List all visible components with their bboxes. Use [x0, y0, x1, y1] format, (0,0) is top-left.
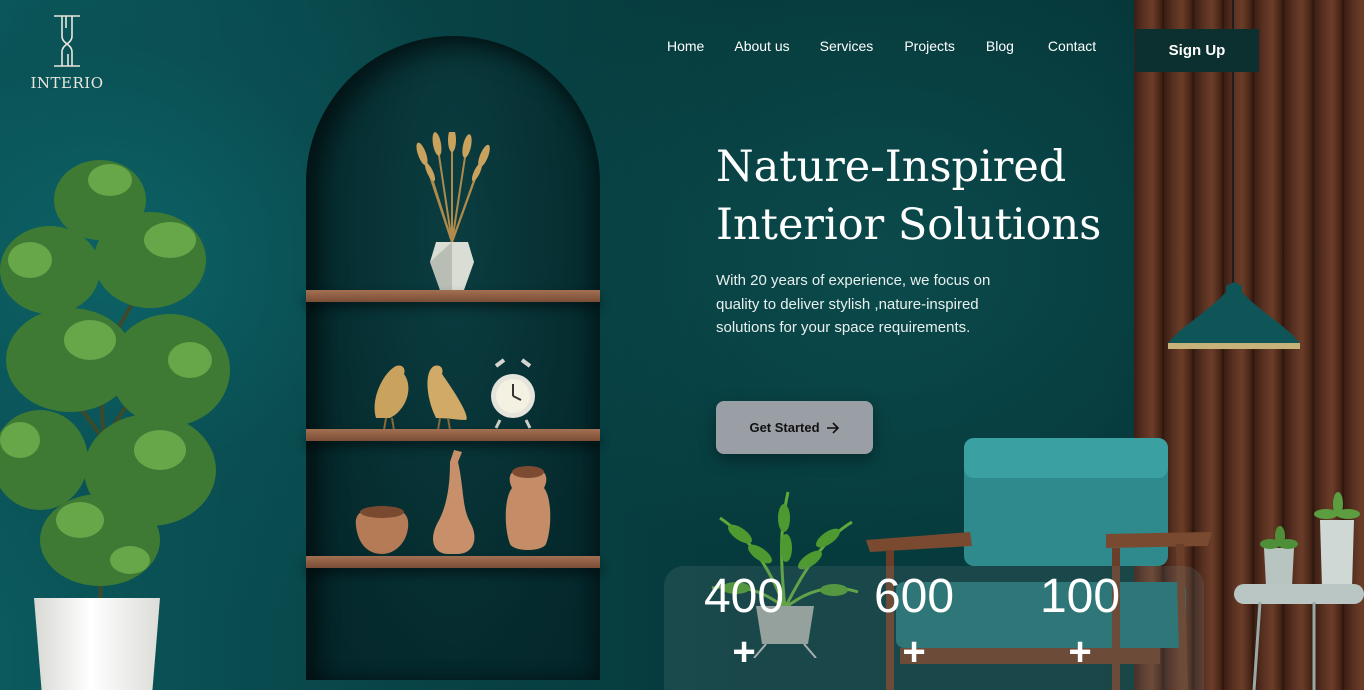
shelf-middle: [306, 429, 600, 441]
side-table-image: [1234, 492, 1364, 690]
shelf-top: [306, 290, 600, 302]
interio-monogram-icon: [54, 15, 80, 67]
nav-home[interactable]: Home: [667, 38, 704, 54]
nav-contact[interactable]: Contact: [1048, 38, 1096, 54]
hero-subtitle-line-2: quality to deliver stylish ,nature-inspi…: [716, 295, 979, 313]
shelf-bottom: [306, 556, 600, 568]
bird-figurines-image: [374, 365, 467, 430]
arched-niche: [306, 36, 600, 680]
stat-item: 100 +: [1010, 570, 1150, 674]
stat-value: 600: [873, 570, 955, 623]
brand-logo[interactable]: INTERIO: [30, 14, 104, 92]
stat-value: 400: [703, 570, 785, 623]
hero-subtitle-line-1: With 20 years of experience, we focus on: [716, 272, 991, 289]
white-planter-image: [34, 598, 160, 690]
hero-section: INTERIO Home About us Services Projects …: [0, 0, 1364, 690]
stat-item: 600 +: [844, 570, 984, 674]
get-started-button[interactable]: Get Started: [716, 401, 873, 454]
hero-title: Nature-Inspired Interior Solutions: [716, 138, 1136, 254]
stat-suffix: +: [1068, 630, 1092, 674]
nav-services[interactable]: Services: [820, 38, 874, 54]
hero-subtitle: With 20 years of experience, we focus on…: [716, 269, 1036, 340]
stat-suffix: +: [902, 630, 926, 674]
sign-up-button[interactable]: Sign Up: [1135, 29, 1259, 72]
potted-tree-image: [0, 160, 230, 620]
stat-value: 100: [1039, 570, 1121, 623]
brand-name: INTERIO: [30, 74, 104, 92]
get-started-label: Get Started: [749, 420, 820, 435]
nav-blog[interactable]: Blog: [986, 38, 1014, 54]
pendant-lamp-image: [1168, 282, 1300, 349]
hero-subtitle-line-3: solutions for your space requirements.: [716, 319, 971, 336]
dried-flowers-vase-image: [416, 132, 490, 290]
main-nav: Home About us Services Projects Blog Con…: [667, 38, 1096, 54]
hero-title-line-2: Interior Solutions: [716, 200, 1102, 250]
nav-about-us[interactable]: About us: [734, 38, 789, 54]
alarm-clock-image: [491, 358, 535, 429]
pottery-vases-image: [355, 450, 551, 554]
stat-suffix: +: [732, 630, 756, 674]
nav-projects[interactable]: Projects: [904, 38, 955, 54]
arrow-right-icon: [826, 421, 839, 434]
hero-title-line-1: Nature-Inspired: [716, 142, 1067, 192]
stat-item: 400 +: [674, 570, 814, 674]
